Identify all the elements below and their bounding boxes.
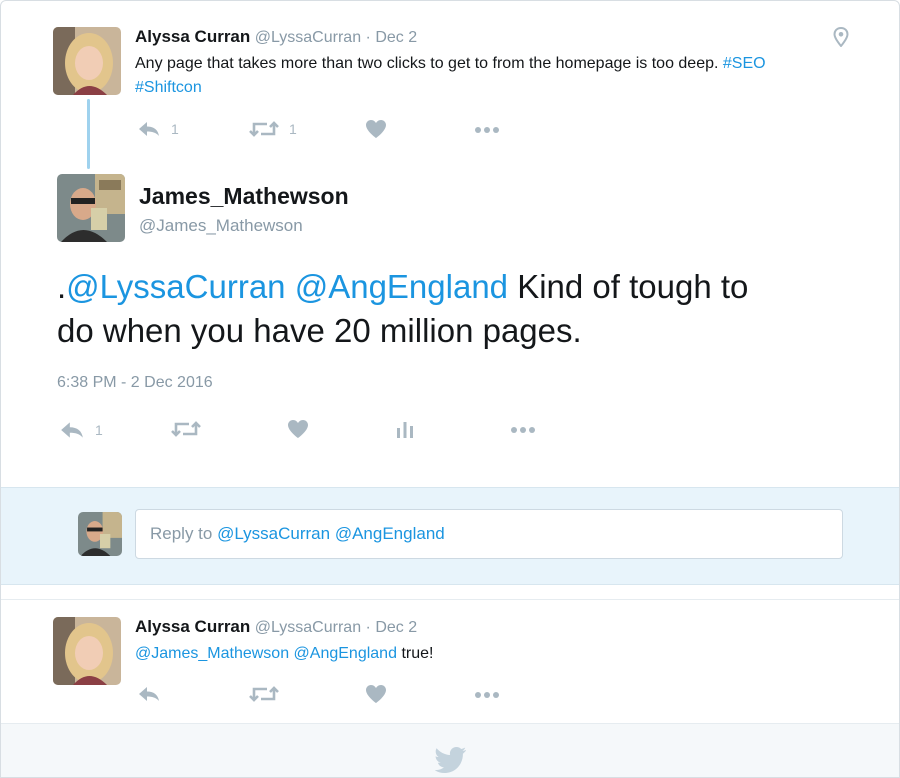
mention-prefix: .	[57, 268, 67, 305]
analytics-icon	[397, 422, 413, 438]
main-tweet-text: .@LyssaCurran @AngEngland Kind of tough …	[57, 265, 857, 353]
reply-count: 1	[171, 121, 179, 137]
twitter-bird-icon	[435, 747, 466, 773]
reply-input[interactable]: Reply to @LyssaCurran @AngEngland	[135, 509, 843, 559]
reply-button[interactable]: 1	[59, 419, 103, 441]
like-button[interactable]	[287, 419, 309, 439]
author-handle[interactable]: @LyssaCurran	[255, 619, 361, 636]
heart-icon	[366, 120, 386, 138]
conversation-footer	[1, 723, 899, 777]
avatar	[78, 512, 122, 556]
retweet-icon	[171, 421, 201, 437]
reply-icon	[139, 687, 159, 701]
main-tweet-line1: .@LyssaCurran @AngEngland Kind of tough …	[57, 265, 857, 309]
hashtag-link[interactable]: #SEO	[723, 55, 766, 72]
tweet-conversation-panel: Alyssa Curran @LyssaCurran · Dec 2 Any p…	[0, 0, 900, 778]
author-name[interactable]: Alyssa Curran	[135, 27, 250, 46]
reply-icon	[139, 122, 159, 136]
more-icon	[475, 127, 499, 133]
tweet-text: Any page that takes more than two clicks…	[135, 52, 835, 100]
reply-icon	[61, 422, 83, 438]
tweet-header: Alyssa Curran @LyssaCurran · Dec 2	[135, 617, 417, 637]
heart-icon	[288, 420, 308, 438]
tweet-timestamp[interactable]: 6:38 PM - 2 Dec 2016	[57, 374, 213, 392]
retweet-button[interactable]	[171, 419, 201, 439]
tweet-text-body: Kind of tough to	[517, 268, 749, 305]
reply-button[interactable]	[137, 684, 161, 704]
location-pin-icon	[833, 27, 849, 47]
like-button[interactable]	[365, 119, 387, 139]
tweet-date[interactable]: · Dec 2	[366, 29, 418, 46]
reply-placeholder: Reply to @LyssaCurran @AngEngland	[150, 524, 445, 544]
retweet-count: 1	[289, 121, 297, 137]
thread-connector	[87, 99, 90, 169]
tweet-actions: 1	[59, 419, 559, 443]
reply-count: 1	[95, 422, 103, 438]
more-button[interactable]	[473, 119, 501, 139]
tweet-date[interactable]: · Dec 2	[366, 619, 418, 636]
tweet-actions	[137, 684, 517, 708]
reply-button[interactable]: 1	[137, 119, 179, 139]
mention-link[interactable]: @James_Mathewson	[135, 645, 289, 662]
heart-icon	[366, 685, 386, 703]
tweet-text-body: Any page that takes more than two clicks…	[135, 55, 719, 72]
tweet-text-body: true!	[401, 645, 434, 662]
author-handle[interactable]: @LyssaCurran	[255, 29, 361, 46]
tweet-text: @James_Mathewson @AngEngland true!	[135, 642, 433, 666]
avatar[interactable]	[53, 27, 121, 95]
avatar[interactable]	[53, 617, 121, 685]
like-button[interactable]	[365, 684, 387, 704]
mention-link[interactable]: @AngEngland	[295, 268, 508, 305]
tweet-header: Alyssa Curran @LyssaCurran · Dec 2	[135, 27, 417, 47]
mention-link[interactable]: @AngEngland	[294, 645, 397, 662]
mention-link[interactable]: @LyssaCurran	[66, 268, 285, 305]
mention-link: @LyssaCurran	[217, 524, 331, 543]
more-button[interactable]	[473, 684, 501, 704]
author-name[interactable]: James_Mathewson	[139, 183, 349, 210]
divider	[1, 599, 899, 600]
more-button[interactable]	[509, 419, 537, 439]
tweet-actions: 1 1	[137, 119, 517, 143]
avatar[interactable]	[57, 174, 125, 242]
more-icon	[475, 692, 499, 698]
mention-link: @AngEngland	[334, 524, 445, 543]
reply-prefix: Reply to	[150, 524, 218, 543]
tweet-text-body: do when you have 20 million pages.	[57, 312, 582, 349]
more-icon	[511, 427, 535, 433]
analytics-button[interactable]	[395, 419, 415, 439]
author-name[interactable]: Alyssa Curran	[135, 617, 250, 636]
retweet-button[interactable]: 1	[249, 119, 297, 139]
retweet-icon	[249, 121, 279, 137]
author-handle[interactable]: @James_Mathewson	[139, 216, 303, 236]
hashtag-link[interactable]: #Shiftcon	[135, 79, 202, 96]
retweet-icon	[249, 686, 279, 702]
retweet-button[interactable]	[249, 684, 279, 704]
